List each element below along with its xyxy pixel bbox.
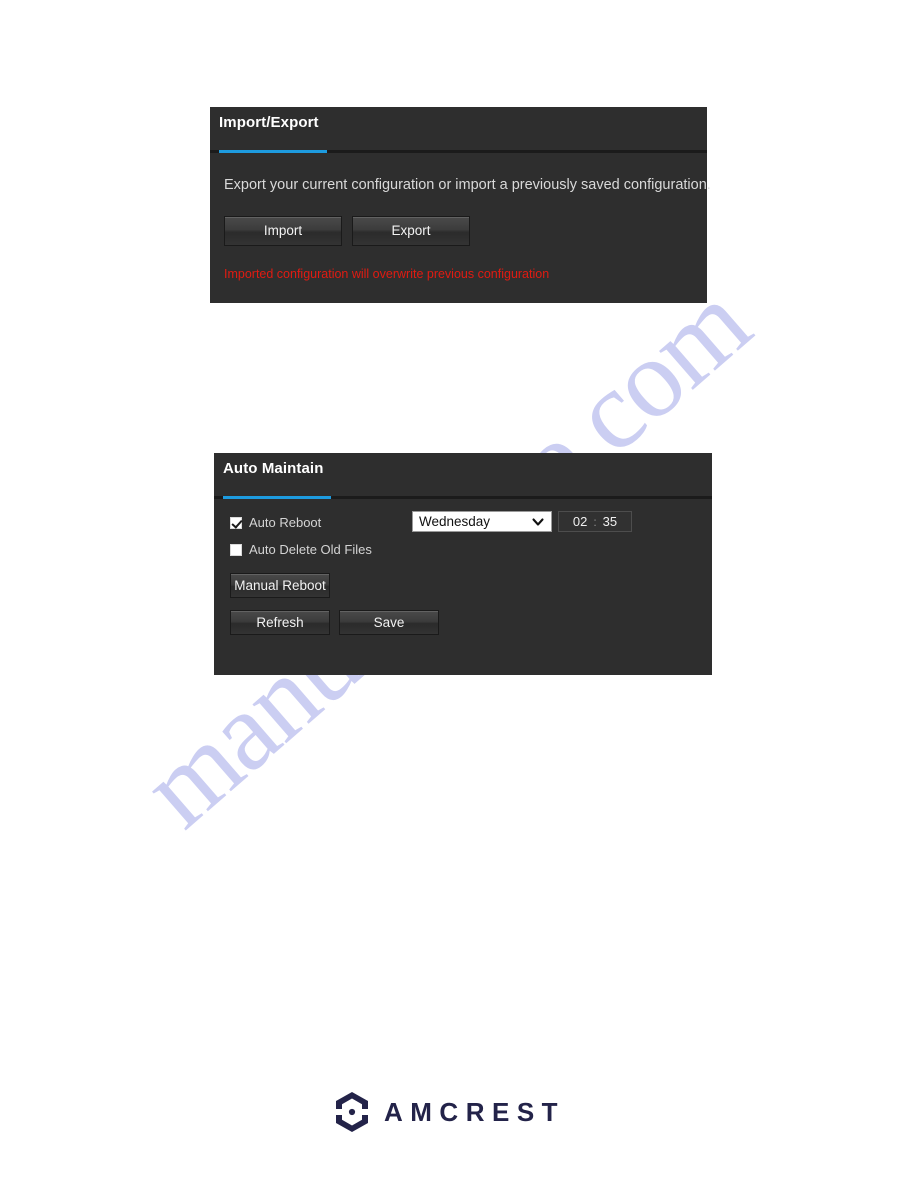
manual-reboot-button[interactable]: Manual Reboot xyxy=(230,573,330,598)
auto-delete-old-files-row[interactable]: Auto Delete Old Files xyxy=(230,542,372,557)
reboot-day-select[interactable]: Wednesday xyxy=(412,511,552,532)
reboot-minute-value: 35 xyxy=(602,514,618,529)
import-export-description: Export your current configuration or imp… xyxy=(224,177,711,193)
auto-reboot-row[interactable]: Auto Reboot xyxy=(230,515,321,530)
refresh-button[interactable]: Refresh xyxy=(230,610,330,635)
auto-maintain-panel-title: Auto Maintain xyxy=(223,460,324,477)
import-export-header-divider xyxy=(210,150,707,153)
auto-maintain-accent-bar xyxy=(223,496,331,499)
import-button[interactable]: Import xyxy=(224,216,342,246)
amcrest-logo: AMCREST xyxy=(332,1088,586,1136)
reboot-time-field[interactable]: 02 : 35 xyxy=(558,511,632,532)
auto-maintain-header-divider xyxy=(214,496,712,499)
auto-reboot-checkbox[interactable] xyxy=(230,516,242,529)
import-export-panel-title: Import/Export xyxy=(219,114,319,131)
export-button[interactable]: Export xyxy=(352,216,470,246)
import-export-accent-bar xyxy=(219,150,327,153)
import-export-panel: Import/Export Export your current config… xyxy=(210,107,711,303)
auto-maintain-panel-header: Auto Maintain xyxy=(214,453,712,491)
auto-maintain-panel: Auto Maintain Auto Reboot Wednesday 02 :… xyxy=(214,453,712,675)
time-separator: : xyxy=(593,514,597,529)
auto-delete-old-files-label: Auto Delete Old Files xyxy=(249,542,372,557)
save-button[interactable]: Save xyxy=(339,610,439,635)
chevron-down-icon xyxy=(532,517,544,526)
auto-reboot-label: Auto Reboot xyxy=(249,515,322,530)
amcrest-wordmark: AMCREST xyxy=(384,1096,566,1127)
amcrest-hexagon-icon xyxy=(336,1092,368,1132)
reboot-day-value: Wednesday xyxy=(419,514,491,529)
import-overwrite-warning: Imported configuration will overwrite pr… xyxy=(224,267,550,281)
auto-delete-old-files-checkbox[interactable] xyxy=(230,543,242,556)
reboot-hour-value: 02 xyxy=(572,514,588,529)
import-export-panel-header: Import/Export xyxy=(210,107,707,145)
